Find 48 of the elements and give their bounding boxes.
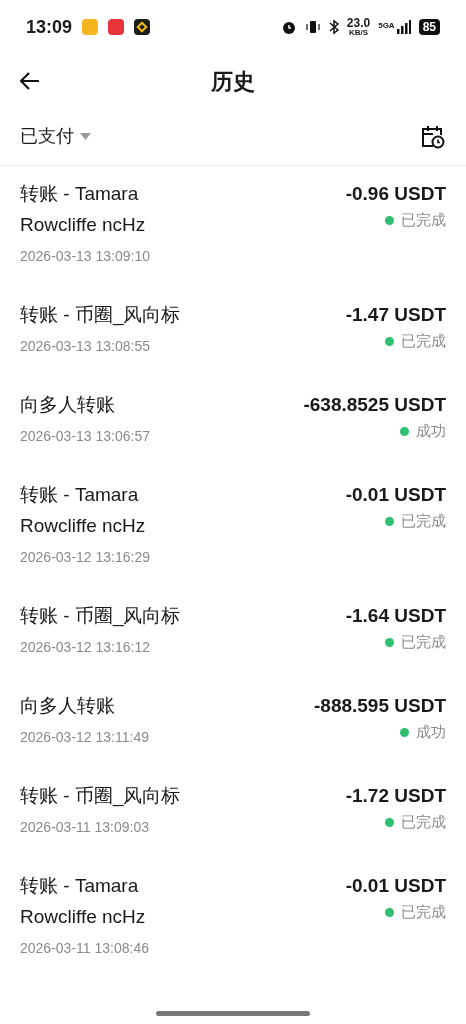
status-filter-dropdown[interactable]: 已支付 (20, 123, 91, 150)
transaction-amount: -1.47 USDT (345, 303, 446, 327)
page-title: 历史 (211, 67, 255, 96)
calendar-button[interactable] (420, 123, 446, 150)
transaction-status: 已完成 (401, 210, 446, 230)
signal-icon (396, 20, 411, 34)
transaction-name: 转账 - Tamara Rowcliffe ncHz (20, 874, 147, 929)
alarm-icon (280, 19, 297, 35)
transaction-status: 已完成 (401, 511, 446, 531)
transaction-status: 已完成 (401, 632, 446, 652)
transaction-amount: -888.595 USDT (314, 694, 446, 718)
transaction-name: 转账 - 币圈_风向标 (20, 303, 182, 328)
transaction-time: 2026-03-11 13:08:46 (20, 939, 150, 958)
transaction-amount: -638.8525 USDT (303, 393, 446, 417)
transaction-amount: -0.96 USDT (345, 182, 446, 206)
network-type: 5GA (378, 20, 395, 32)
transaction-time: 2026-03-13 13:09:10 (20, 247, 151, 266)
bluetooth-icon (328, 19, 339, 35)
transaction-name: 转账 - Tamara Rowcliffe ncHz (20, 182, 147, 237)
battery-indicator: 85 (418, 19, 440, 35)
transaction-status: 已完成 (401, 902, 446, 922)
transaction-amount: -0.01 USDT (345, 483, 446, 507)
transaction-name: 转账 - 币圈_风向标 (20, 784, 182, 809)
calendar-clock-icon (420, 123, 446, 150)
speed-unit: KB/S (348, 29, 369, 37)
transaction-name: 向多人转账 (20, 393, 116, 417)
transaction-status: 已完成 (401, 331, 446, 351)
transaction-name: 向多人转账 (20, 694, 116, 718)
caret-icon (80, 133, 91, 140)
transaction-time: 2026-03-13 13:06:57 (20, 427, 151, 446)
transaction-time: 2026-03-11 13:09:03 (20, 818, 150, 837)
transaction-status: 成功 (416, 421, 446, 441)
diamond-app-icon (134, 19, 151, 35)
transaction-time: 2026-03-12 13:11:49 (20, 728, 150, 747)
transaction-status: 成功 (416, 722, 446, 742)
clock-time: 13:09 (26, 15, 73, 39)
transaction-time: 2026-03-13 13:08:55 (20, 337, 151, 356)
network-speed: 23.0 (346, 17, 371, 29)
vibrate-icon (304, 19, 321, 35)
transaction-time: 2026-03-12 13:16:29 (20, 548, 151, 567)
transaction-status: 已完成 (401, 812, 446, 832)
transaction-amount: -1.64 USDT (345, 604, 446, 628)
transaction-name: 转账 - Tamara Rowcliffe ncHz (20, 483, 147, 538)
transaction-amount: -0.01 USDT (345, 874, 446, 898)
transaction-name: 转账 - 币圈_风向标 (20, 604, 182, 629)
transaction-time: 2026-03-12 13:16:12 (20, 638, 151, 657)
back-arrow-icon (20, 72, 40, 90)
transaction-amount: -1.72 USDT (345, 784, 446, 808)
